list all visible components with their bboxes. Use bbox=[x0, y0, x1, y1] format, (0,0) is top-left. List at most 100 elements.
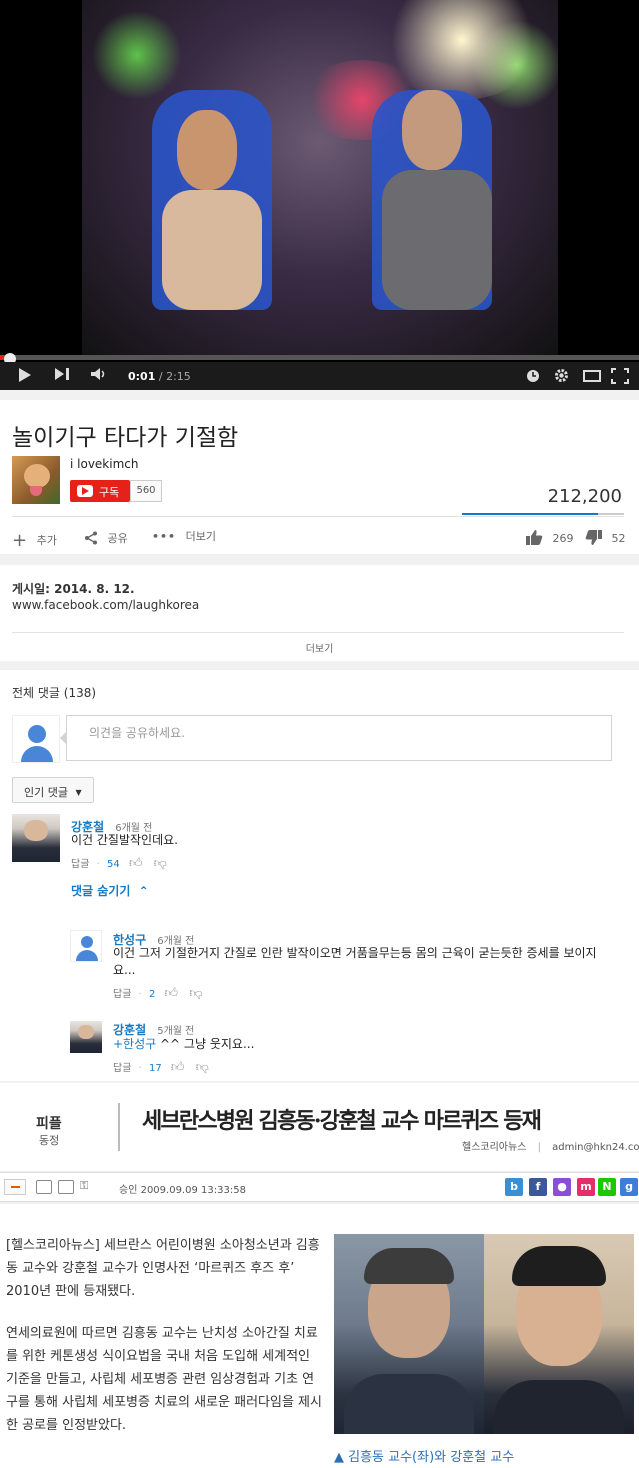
view-count: 212,200 bbox=[547, 486, 622, 507]
thumbs-down-icon[interactable]: 👎︎ bbox=[154, 856, 167, 871]
more-actions-button[interactable]: ••• 더보기 bbox=[152, 528, 216, 544]
play-icon[interactable] bbox=[18, 367, 32, 387]
avatar-face bbox=[78, 1024, 94, 1039]
time-total: 2:15 bbox=[166, 370, 191, 383]
photo-hair bbox=[364, 1248, 454, 1284]
google-share-icon[interactable]: g bbox=[620, 1178, 638, 1196]
more-actions-label: 더보기 bbox=[185, 530, 216, 543]
news-headline: 세브란스병원 김흥동·강훈철 교수 마르퀴즈 등재 bbox=[142, 1108, 542, 1134]
video-body-right bbox=[382, 170, 492, 310]
sns-label: N bbox=[602, 1180, 612, 1193]
reply-button[interactable]: 답글 bbox=[113, 1063, 131, 1074]
sns-label: g bbox=[625, 1180, 633, 1193]
sns-label: ● bbox=[557, 1180, 567, 1193]
news-header-divider bbox=[118, 1103, 120, 1151]
facebook-share-icon[interactable]: f bbox=[529, 1178, 547, 1196]
clip-icon[interactable]: ⚿ bbox=[80, 1179, 88, 1193]
watch-later-icon[interactable] bbox=[526, 369, 540, 387]
reply-text: ^^ 그냥 웃지요... bbox=[156, 1037, 255, 1051]
video-player[interactable]: 0:01 / 2:15 bbox=[0, 0, 639, 390]
video-title: 놀이기구 타다가 기절함 bbox=[12, 425, 239, 451]
user-body-icon bbox=[76, 950, 98, 961]
theater-mode-icon[interactable] bbox=[583, 370, 601, 386]
share-button[interactable]: 공유 bbox=[84, 528, 128, 546]
news-header: 피플 동정 세브란스병원 김흥동·강훈철 교수 마르퀴즈 등재 헬스코리아뉴스 … bbox=[0, 1083, 639, 1171]
photo-suit bbox=[344, 1374, 474, 1434]
channel-avatar[interactable] bbox=[12, 456, 60, 504]
font-decrease-button[interactable] bbox=[4, 1179, 26, 1195]
news-paragraph-1: [헬스코리아뉴스] 세브란스 어린이병원 소아청소년과 김흥동 교수와 강훈철 … bbox=[6, 1238, 320, 1299]
news-byline: 헬스코리아뉴스 | admin@hkn24.com bbox=[462, 1138, 639, 1153]
dislike-button[interactable]: 52 bbox=[585, 527, 626, 545]
reply-button[interactable]: 답글 bbox=[71, 859, 89, 870]
print-icon[interactable] bbox=[36, 1180, 52, 1194]
description-divider bbox=[12, 632, 624, 633]
reply-avatar[interactable] bbox=[70, 930, 102, 962]
reply-mention[interactable]: +한성구 bbox=[113, 1037, 156, 1051]
reply-like-count: 2 bbox=[148, 989, 156, 1000]
sns-label: b bbox=[510, 1180, 518, 1193]
comments-header: 전체 댓글 (138) bbox=[12, 686, 97, 700]
news-section-top: 피플 bbox=[36, 1116, 62, 1132]
reply-avatar[interactable] bbox=[70, 1021, 102, 1053]
thumbs-up-icon[interactable]: 👍︎ bbox=[129, 856, 143, 871]
reply-button[interactable]: 답글 bbox=[113, 989, 131, 1000]
video-body-left bbox=[162, 190, 262, 310]
channel-name[interactable]: i lovekimch bbox=[70, 457, 138, 471]
description-link[interactable]: www.facebook.com/laughkorea bbox=[12, 598, 199, 612]
sns-label: m bbox=[580, 1180, 592, 1193]
byline-separator: | bbox=[537, 1142, 541, 1153]
fullscreen-icon[interactable] bbox=[611, 368, 629, 388]
hide-replies-button[interactable]: 댓글 숨기기 ⌃ bbox=[71, 882, 149, 899]
news-paragraph-2: 연세의료원에 따르면 김흥동 교수는 난치성 소아간질 치료를 위한 케톤생성 … bbox=[6, 1326, 322, 1433]
reply-author[interactable]: 강훈철 bbox=[113, 1023, 146, 1037]
separator-dot: · bbox=[138, 1063, 142, 1074]
add-to-button[interactable]: + 추가 bbox=[12, 528, 57, 551]
user-body-icon bbox=[21, 746, 53, 762]
commenter-avatar[interactable] bbox=[12, 814, 60, 862]
news-email[interactable]: admin@hkn24.com bbox=[552, 1142, 639, 1153]
photo-hair bbox=[512, 1246, 606, 1286]
professor-photo-left bbox=[334, 1234, 484, 1434]
like-button[interactable]: 269 bbox=[526, 527, 574, 545]
settings-gear-icon[interactable] bbox=[553, 367, 570, 388]
player-controls: 0:01 / 2:15 bbox=[0, 362, 639, 390]
blog-share-icon[interactable]: b bbox=[505, 1178, 523, 1196]
reply-actions: 답글 · 2 👍︎ 👎︎ bbox=[113, 985, 203, 1001]
volume-icon[interactable] bbox=[90, 367, 108, 385]
comment-input[interactable]: 의견을 공유하세요. bbox=[66, 715, 612, 761]
next-icon[interactable] bbox=[54, 367, 70, 385]
me2day-share-icon[interactable]: m bbox=[577, 1178, 595, 1196]
like-ratio-fill bbox=[462, 513, 599, 515]
naver-share-icon[interactable]: N bbox=[598, 1178, 616, 1196]
reply-text: 이건 그저 기절한거지 간질로 인란 발작이오면 거품을무는등 몸의 근육이 굳… bbox=[113, 946, 597, 977]
mail-icon[interactable] bbox=[58, 1180, 74, 1194]
reply-text-line: +한성구 ^^ 그냥 웃지요... bbox=[113, 1036, 254, 1053]
info-divider bbox=[12, 516, 624, 517]
show-more-button[interactable]: 더보기 bbox=[0, 640, 639, 655]
thumbs-down-icon[interactable]: 👎︎ bbox=[196, 1060, 209, 1075]
dislike-count: 52 bbox=[611, 532, 626, 545]
current-user-avatar bbox=[12, 715, 60, 763]
user-head-icon bbox=[28, 725, 46, 743]
news-section-bottom: 동정 bbox=[39, 1134, 60, 1147]
sns-label: f bbox=[535, 1180, 541, 1193]
yozm-share-icon[interactable]: ● bbox=[553, 1178, 571, 1196]
subscribe-label: 구독 bbox=[99, 486, 120, 499]
progress-bar[interactable] bbox=[0, 355, 639, 360]
thumbs-down-icon[interactable]: 👎︎ bbox=[189, 986, 202, 1001]
add-to-label: 추가 bbox=[36, 534, 57, 547]
youtube-logo-icon bbox=[77, 485, 93, 497]
subscribe-button[interactable]: 구독 bbox=[70, 480, 130, 502]
publish-date: 게시일: 2014. 8. 12. bbox=[12, 582, 135, 596]
video-person-right bbox=[402, 90, 462, 170]
video-person-left bbox=[177, 110, 237, 190]
sort-dropdown[interactable]: 인기 댓글 ▼ bbox=[12, 777, 94, 803]
thumbs-up-icon[interactable]: 👍︎ bbox=[165, 986, 179, 1001]
video-frame[interactable] bbox=[82, 0, 558, 355]
video-scene-light bbox=[92, 10, 182, 100]
user-head-icon bbox=[81, 936, 93, 948]
like-ratio-bar bbox=[462, 513, 624, 515]
thumbs-up-icon[interactable]: 👍︎ bbox=[171, 1060, 185, 1075]
plus-icon: + bbox=[12, 530, 28, 551]
